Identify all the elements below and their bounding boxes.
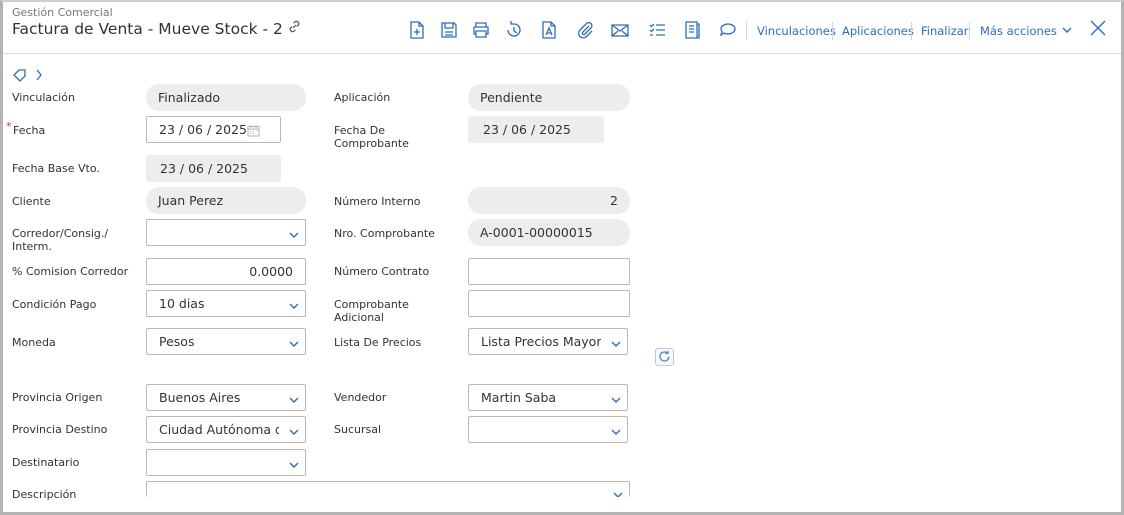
toolbar-separator [832,22,833,40]
tag-icon[interactable] [13,67,27,86]
toolbar-separator [746,22,747,40]
mas-acciones-label: Más acciones [980,24,1057,38]
chevron-down-icon [289,425,299,435]
chevron-down-icon [611,337,621,347]
pdf-document-icon[interactable] [538,19,560,41]
page-title-text: Factura de Venta - Mueve Stock - 2 [12,19,283,38]
corredor-label-line2: Interm. [12,240,52,253]
provincia-origen-select[interactable]: Buenos Aires [146,384,306,411]
nro-comprobante-label: Nro. Comprobante [334,227,435,240]
refresh-icon [658,348,671,367]
chevron-down-icon [1062,24,1072,38]
sucursal-label: Sucursal [334,423,382,436]
comment-icon[interactable] [717,19,739,41]
chevron-down-icon [289,458,299,468]
comision-corredor-input[interactable]: 0.0000 [146,258,306,285]
comision-corredor-label: % Comision Corredor [12,265,129,278]
fecha-comprobante-field: 23 / 06 / 2025 [468,116,604,143]
fecha-base-vto-label: Fecha Base Vto. [12,162,100,175]
toolbar-separator [911,22,912,40]
corredor-label: Corredor/Consig./ Interm. [12,227,108,253]
link-icon[interactable] [287,19,302,38]
fecha-input[interactable]: 23 / 06 / 2025 [146,116,281,143]
chevron-down-icon [611,425,621,435]
lista-precios-value: Lista Precios Mayorista [481,334,601,349]
fecha-label: Fecha [13,124,46,137]
cliente-field: Juan Perez [146,187,306,214]
vendedor-value: Martin Saba [481,390,557,405]
calendar-icon[interactable] [247,124,260,137]
condicion-pago-select[interactable]: 10 dias [146,290,306,317]
numero-interno-field: 2 [468,187,630,214]
comprobante-adicional-input[interactable] [468,290,630,317]
aplicacion-label: Aplicación [334,91,391,104]
vendedor-label: Vendedor [334,391,387,404]
finalizar-link[interactable]: Finalizar [921,24,969,38]
provincia-origen-value: Buenos Aires [159,390,241,405]
required-mark: * [6,120,12,133]
descripcion-select[interactable] [146,481,630,497]
provincia-origen-label: Provincia Origen [12,391,103,404]
vinculaciones-link[interactable]: Vinculaciones [757,24,836,38]
lista-precios-select[interactable]: Lista Precios Mayorista [468,328,628,355]
tags-row[interactable] [13,67,47,86]
aplicaciones-link[interactable]: Aplicaciones [842,24,914,38]
chevron-right-icon[interactable] [33,67,47,86]
new-document-icon[interactable] [406,19,428,41]
corredor-select[interactable] [146,219,306,246]
mas-acciones-menu[interactable]: Más acciones [980,24,1072,38]
chevron-down-icon [613,488,623,497]
corredor-label-line1: Corredor/Consig./ [12,227,109,240]
report-icon[interactable] [681,19,703,41]
close-icon[interactable] [1088,18,1110,40]
header-divider [3,53,1121,54]
comprobante-adicional-label-line1: Comprobante [334,298,409,311]
fecha-value: 23 / 06 / 2025 [159,122,247,137]
provincia-destino-select[interactable]: Ciudad Autónoma de Buenos Aires [146,416,306,443]
moneda-label: Moneda [12,336,56,349]
destinatario-select[interactable] [146,449,306,476]
fecha-comprobante-label-line1: Fecha De [334,124,385,137]
vendedor-select[interactable]: Martin Saba [468,384,628,411]
descripcion-label: Descripción [12,488,77,501]
condicion-pago-label: Condición Pago [12,298,97,311]
condicion-pago-value: 10 dias [159,296,205,311]
chevron-down-icon [611,393,621,403]
sucursal-select[interactable] [468,416,628,443]
numero-contrato-label: Número Contrato [334,265,430,278]
moneda-select[interactable]: Pesos [146,328,306,355]
vinculacion-label: Vinculación [12,91,75,104]
cliente-label: Cliente [12,195,51,208]
destinatario-label: Destinatario [12,456,80,469]
history-icon[interactable] [503,19,525,41]
comprobante-adicional-label-line2: Adicional [334,311,384,324]
numero-contrato-input[interactable] [468,258,630,285]
checklist-icon[interactable] [646,19,668,41]
provincia-destino-label: Provincia Destino [12,423,108,436]
lista-precios-label: Lista De Precios [334,336,422,349]
moneda-value: Pesos [159,334,195,349]
fecha-comprobante-label-line2: Comprobante [334,137,409,150]
chevron-down-icon [289,299,299,309]
toolbar-separator [969,22,970,40]
module-name: Gestión Comercial [12,6,113,19]
attachment-icon[interactable] [574,19,596,41]
print-icon[interactable] [470,19,492,41]
refresh-prices-button[interactable] [655,348,674,366]
provincia-destino-value: Ciudad Autónoma de Buenos Aires [159,422,279,437]
numero-interno-label: Número Interno [334,195,421,208]
chevron-down-icon [289,228,299,238]
email-icon[interactable] [609,19,631,41]
nro-comprobante-field: A-0001-00000015 [468,219,630,246]
fecha-base-vto-field: 23 / 06 / 2025 [146,155,281,182]
fecha-comprobante-label: Fecha De Comprobante [334,124,409,150]
comprobante-adicional-label: Comprobante Adicional [334,298,409,324]
page-title: Factura de Venta - Mueve Stock - 2 [12,19,302,38]
save-icon[interactable] [438,19,460,41]
chevron-down-icon [289,393,299,403]
chevron-down-icon [289,337,299,347]
vinculacion-field: Finalizado [146,84,306,111]
aplicacion-field: Pendiente [468,84,630,111]
